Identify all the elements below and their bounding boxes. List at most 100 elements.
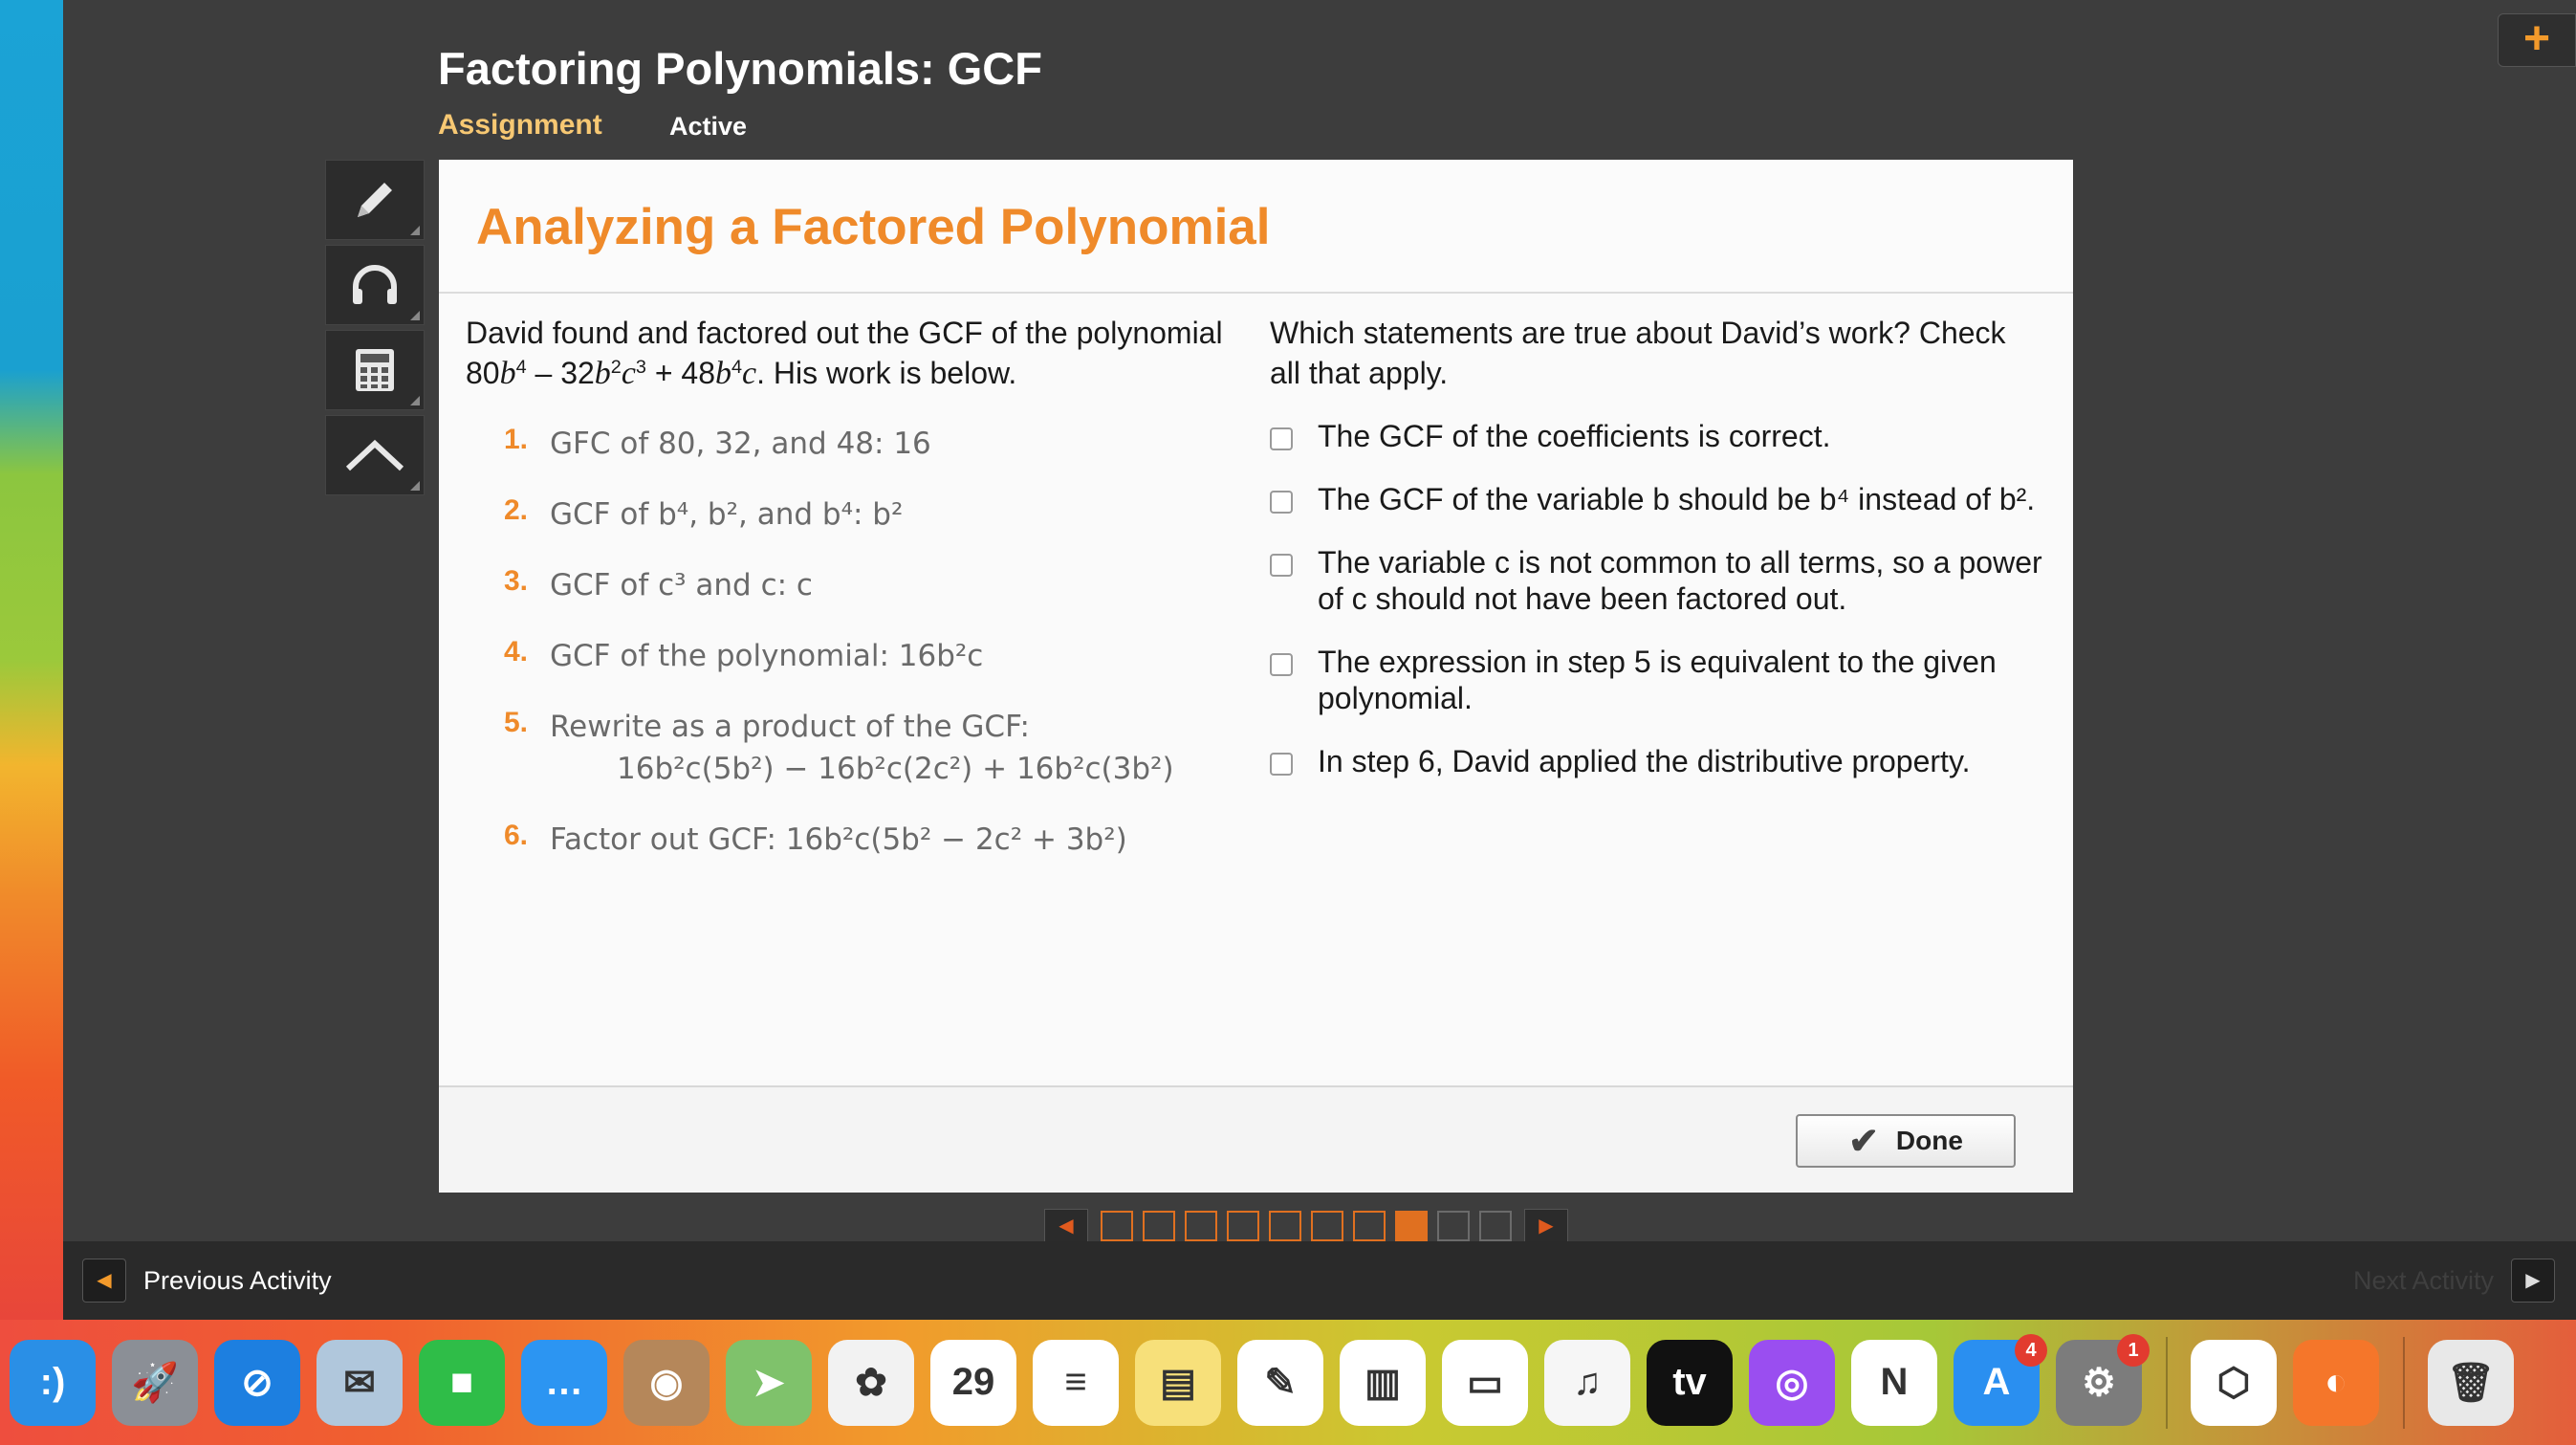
work-step: 6. Factor out GCF: 16b²c(5b² − 2c² + 3b²…: [466, 819, 1240, 861]
status-label: Active: [669, 112, 748, 141]
pager-box-5[interactable]: [1269, 1211, 1301, 1241]
appstore-icon[interactable]: A4: [1954, 1333, 2047, 1426]
card-header: Analyzing a Factored Polynomial: [439, 160, 2073, 294]
system-preferences-icon[interactable]: ⚙ 1: [2056, 1333, 2150, 1426]
activity-card: Analyzing a Factored Polynomial David fo…: [439, 160, 2073, 1193]
option-label: The GCF of the coefficients is correct.: [1318, 419, 1831, 453]
step-text: GCF of b⁴, b², and b⁴: b²: [550, 497, 904, 532]
step-number: 2.: [504, 494, 529, 526]
next-activity-button[interactable]: Next Activity ▶: [2353, 1259, 2555, 1303]
mail-icon[interactable]: ✉: [317, 1339, 403, 1426]
assignment-label: Assignment: [438, 109, 602, 141]
reminders-icon[interactable]: ≡: [1033, 1339, 1119, 1426]
plus-button[interactable]: +: [2498, 13, 2576, 67]
caret-tool-button[interactable]: [325, 415, 425, 495]
step-text: GCF of the polynomial: 16b²c: [550, 639, 984, 673]
polynomial-expression: 80b4 – 32b2c3 + 48b4c: [466, 356, 757, 391]
bottom-navigation: ◀ Previous Activity Next Activity ▶: [63, 1241, 2576, 1320]
numbers-icon[interactable]: ▥: [1340, 1339, 1426, 1426]
pager-box-3[interactable]: [1185, 1211, 1217, 1241]
headphones-icon: [353, 265, 397, 304]
answer-option[interactable]: The GCF of the coefficients is correct.: [1270, 418, 2044, 454]
maps-icon[interactable]: ➤: [726, 1339, 812, 1426]
news-icon[interactable]: N: [1851, 1339, 1937, 1426]
pager-next-button[interactable]: ▶: [1524, 1209, 1568, 1243]
finder-icon[interactable]: :): [10, 1339, 96, 1426]
launchpad-icon[interactable]: 🚀: [112, 1339, 198, 1426]
step-text: GFC of 80, 32, and 48: 16: [550, 427, 931, 461]
answer-option[interactable]: The variable c is not common to all term…: [1270, 544, 2044, 617]
photos-icon[interactable]: ✿: [828, 1339, 914, 1426]
podcasts-icon[interactable]: ◎: [1749, 1339, 1835, 1426]
pager-box-9[interactable]: [1437, 1211, 1470, 1241]
option-checkbox[interactable]: [1270, 753, 1293, 776]
previous-activity-label: Previous Activity: [143, 1265, 332, 1295]
option-checkbox[interactable]: [1270, 491, 1293, 514]
done-button[interactable]: ✔ Done: [1796, 1114, 2016, 1168]
course-title: Factoring Polynomials: GCF: [438, 43, 1042, 94]
notification-badge: 4: [2015, 1333, 2047, 1367]
pager-box-7[interactable]: [1353, 1211, 1386, 1241]
keynote-icon[interactable]: ▭: [1442, 1339, 1528, 1426]
pager-box-1[interactable]: [1101, 1211, 1133, 1241]
pages-icon[interactable]: ✎: [1237, 1339, 1323, 1426]
problem-prompt: David found and factored out the GCF of …: [466, 313, 1240, 394]
music-icon[interactable]: ♫: [1544, 1339, 1630, 1426]
step-text: Factor out GCF: 16b²c(5b² − 2c² + 3b²): [550, 822, 1127, 857]
option-label: In step 6, David applied the distributiv…: [1318, 744, 1971, 778]
activity-title: Analyzing a Factored Polynomial: [476, 199, 1271, 255]
pencil-tool-button[interactable]: [325, 160, 425, 240]
pager-box-6[interactable]: [1311, 1211, 1343, 1241]
pager-box-10[interactable]: [1479, 1211, 1512, 1241]
notification-badge: 1: [2117, 1333, 2150, 1367]
firefox-icon[interactable]: ◐: [2293, 1339, 2379, 1426]
answer-option[interactable]: The GCF of the variable b should be b⁴ i…: [1270, 481, 2044, 517]
card-footer: ✔ Done: [439, 1085, 2073, 1193]
question-prompt: Which statements are true about David’s …: [1270, 316, 2006, 390]
caret-up-icon: [345, 439, 404, 471]
option-checkbox[interactable]: [1270, 554, 1293, 577]
step-number: 3.: [504, 565, 529, 597]
arrow-left-icon: ◀: [82, 1259, 126, 1303]
step-number: 4.: [504, 636, 529, 668]
step-text: Rewrite as a product of the GCF:: [550, 710, 1030, 744]
safari-icon[interactable]: ⊘: [214, 1339, 300, 1426]
page-navigator: ◀ ▶: [1044, 1209, 1568, 1243]
pager-boxes: [1096, 1211, 1517, 1241]
macos-dock: :) 🚀 ⊘ ✉ ■… ◉ ➤ ✿ 29 ≡ ▤ ✎ ▥ ▭ ♫ tv ◎ N A 4 ⚙ 1 ⬡ ◐ 🗑: [0, 1320, 2576, 1445]
arrow-right-icon: ▶: [2511, 1259, 2555, 1303]
messages-icon[interactable]: …: [521, 1339, 607, 1426]
work-step: 5. Rewrite as a product of the GCF: 16b²…: [466, 706, 1240, 790]
dock-separator: [2403, 1336, 2405, 1429]
answer-option[interactable]: In step 6, David applied the distributiv…: [1270, 743, 2044, 779]
answer-option[interactable]: The expression in step 5 is equivalent t…: [1270, 644, 2044, 716]
previous-activity-button[interactable]: ◀ Previous Activity: [82, 1259, 332, 1303]
checkmark-icon: ✔: [1848, 1121, 1879, 1162]
option-checkbox[interactable]: [1270, 653, 1293, 676]
pager-box-2[interactable]: [1143, 1211, 1175, 1241]
trash-icon[interactable]: 🗑: [2428, 1339, 2514, 1426]
pager-prev-button[interactable]: ◀: [1044, 1209, 1088, 1243]
prompt-lead: David found and factored out the GCF of …: [466, 316, 1223, 350]
notes-icon[interactable]: ▤: [1135, 1339, 1221, 1426]
calculator-tool-button[interactable]: [325, 330, 425, 410]
calendar-icon[interactable]: 29: [930, 1339, 1016, 1426]
facetime-icon[interactable]: ■: [419, 1339, 505, 1426]
step-number: 5.: [504, 707, 529, 738]
headphones-tool-button[interactable]: [325, 245, 425, 325]
calculator-icon: [356, 349, 394, 391]
contacts-icon[interactable]: ◉: [623, 1339, 709, 1426]
problem-column: David found and factored out the GCF of …: [466, 313, 1240, 889]
prompt-tail: . His work is below.: [756, 356, 1017, 390]
pager-box-8[interactable]: [1395, 1211, 1428, 1241]
work-step: 1. GFC of 80, 32, and 48: 16: [466, 423, 1240, 465]
app-hexagon-icon[interactable]: ⬡: [2191, 1339, 2277, 1426]
answer-options: The GCF of the coefficients is correct. …: [1270, 418, 2044, 779]
appletv-icon[interactable]: tv: [1647, 1339, 1733, 1426]
tool-rail: [325, 160, 428, 500]
pager-box-4[interactable]: [1227, 1211, 1259, 1241]
step-number: 1.: [504, 424, 529, 455]
next-activity-label: Next Activity: [2352, 1265, 2494, 1295]
option-checkbox[interactable]: [1270, 427, 1293, 450]
done-label: Done: [1895, 1126, 1963, 1155]
